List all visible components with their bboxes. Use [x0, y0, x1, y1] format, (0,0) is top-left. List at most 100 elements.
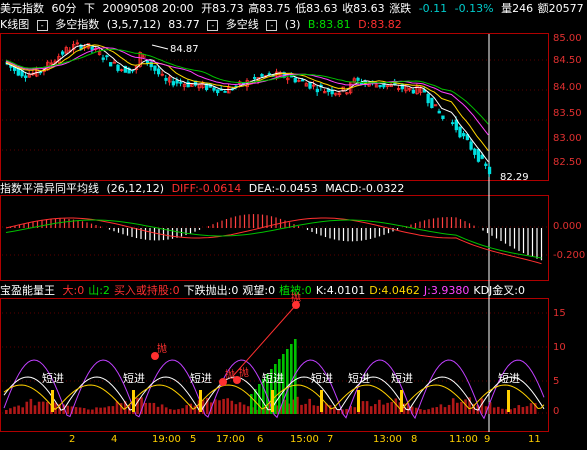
energy-bar: [46, 402, 49, 414]
energy-bar: [152, 402, 156, 414]
energy-bar: [115, 401, 119, 414]
energy-bar: [181, 408, 184, 414]
energy-bar: [230, 400, 234, 414]
time-axis-label: 4: [111, 434, 118, 445]
candle-body: [437, 110, 441, 114]
energy-bar: [435, 407, 439, 414]
time-axis-label: 5: [190, 434, 197, 445]
candle-body: [175, 80, 179, 84]
candle-body: [315, 88, 320, 93]
energy-bar: [464, 399, 467, 414]
energy-bar: [427, 409, 430, 414]
energy-bar: [95, 407, 98, 414]
vegetation-bar: [286, 349, 289, 414]
candle-body: [356, 77, 360, 81]
energy-bar: [246, 406, 250, 414]
dea-line: [5, 219, 542, 259]
sell-signal-label: 抛: [157, 342, 167, 355]
candle-body: [60, 51, 65, 55]
candle-body: [108, 62, 113, 67]
short-entry-marker: [400, 390, 403, 412]
short-entry-marker: [357, 390, 360, 412]
energy-bar: [222, 398, 225, 414]
energy-bar: [107, 406, 111, 414]
candle-body: [267, 73, 272, 76]
energy-bar: [74, 407, 78, 414]
short-entry-label: 短进: [123, 371, 145, 385]
short-entry-label: 短进: [311, 371, 333, 385]
energy-bar: [156, 406, 160, 414]
time-axis-label: 7: [327, 434, 334, 445]
energy-bar: [103, 407, 106, 414]
candle-body: [116, 64, 120, 71]
candle-body: [411, 89, 416, 94]
energy-bar: [29, 398, 33, 414]
top-signal-label: 抛: [291, 291, 301, 304]
candle-body: [252, 77, 257, 79]
energy-bar: [148, 402, 152, 414]
time-axis-label: 11: [528, 434, 541, 445]
candle-body: [450, 122, 455, 125]
candle-body: [378, 84, 382, 88]
candle-body: [473, 148, 477, 155]
short-entry-marker: [507, 390, 510, 412]
candle-body: [153, 65, 157, 71]
chart-canvas[interactable]: 84.8782.29短进 短进 短进 短进 短进 短进 短进 短进抛抛 抛抛: [0, 0, 587, 450]
energy-bar: [525, 406, 529, 414]
candle-body: [105, 55, 109, 58]
energy-bar: [353, 407, 357, 414]
energy-bar: [25, 401, 29, 414]
energy-bar: [160, 404, 164, 414]
vegetation-bar: [258, 384, 261, 414]
time-axis-label: 15:00: [290, 434, 319, 445]
energy-bar: [333, 407, 336, 414]
energy-bar: [164, 407, 168, 414]
time-axis-label: 9: [484, 434, 491, 445]
vegetation-bar: [278, 359, 281, 414]
candle-body: [484, 163, 488, 166]
candle-body: [426, 93, 430, 104]
trough-label: 82.29: [500, 172, 529, 183]
energy-bar: [369, 406, 373, 414]
energy-bar: [5, 410, 8, 414]
energy-bar: [111, 406, 115, 414]
energy-bar: [37, 401, 41, 414]
time-axis-label: 17:00: [216, 434, 245, 445]
moving-average-line: [5, 44, 489, 152]
energy-bar: [185, 405, 188, 414]
energy-bar: [513, 408, 516, 414]
time-axis-label: 8: [411, 434, 418, 445]
energy-bar: [492, 407, 496, 414]
candle-body: [430, 97, 434, 109]
candle-body: [293, 77, 297, 83]
candle-body: [441, 115, 445, 119]
diff-line: [5, 217, 542, 265]
energy-bar: [21, 407, 24, 414]
energy-bar: [214, 399, 217, 414]
candle-body: [24, 75, 28, 79]
time-axis-label: 2: [69, 434, 76, 445]
energy-bar: [242, 404, 246, 414]
short-entry-label: 短进: [498, 371, 520, 385]
energy-bar: [517, 405, 521, 414]
candle-body: [145, 60, 150, 64]
short-entry-marker: [320, 390, 323, 412]
candle-body: [164, 77, 168, 81]
candle-body: [458, 126, 462, 138]
peak-pointer: [151, 44, 169, 50]
energy-bar: [169, 409, 172, 414]
moving-average-line: [5, 43, 489, 163]
candle-body: [90, 46, 94, 50]
candle-body: [16, 68, 20, 76]
short-entry-label: 短进: [190, 371, 212, 385]
energy-bar: [82, 408, 86, 414]
energy-bar: [386, 402, 389, 414]
energy-bar: [378, 399, 381, 414]
candle-body: [101, 57, 105, 60]
energy-bar: [529, 403, 533, 414]
energy-bar: [144, 402, 147, 414]
energy-bar: [456, 402, 459, 414]
energy-bar: [173, 409, 176, 414]
energy-bar: [439, 404, 443, 414]
candle-body: [480, 154, 484, 159]
